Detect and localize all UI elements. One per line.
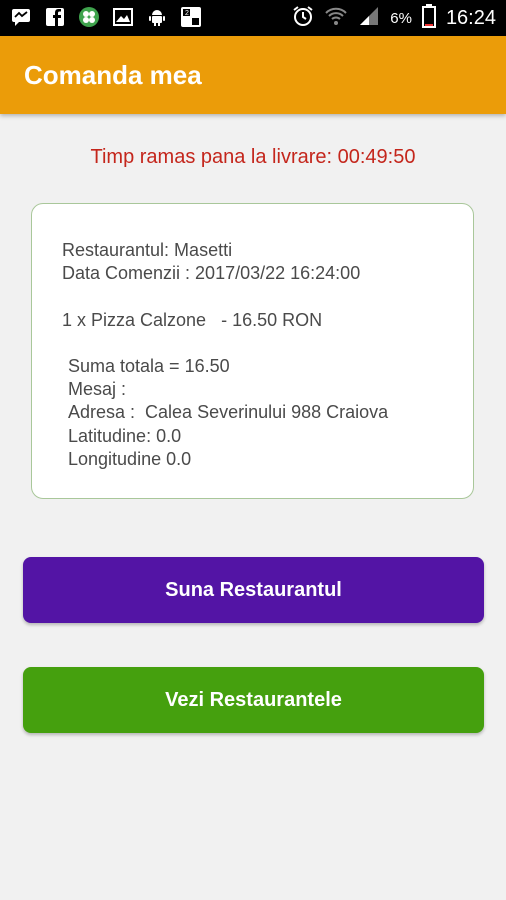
message-icon bbox=[10, 6, 32, 28]
view-restaurants-label: Vezi Restaurantele bbox=[165, 688, 342, 711]
restaurant-name: Restaurantul: Masetti bbox=[62, 240, 233, 260]
order-longitude: Longitudine 0.0 bbox=[68, 449, 192, 469]
battery-icon bbox=[421, 3, 436, 33]
gallery-icon bbox=[112, 6, 134, 28]
view-restaurants-button[interactable]: Vezi Restaurantele bbox=[23, 667, 484, 733]
order-address: Adresa : Calea Severinului 988 Craiova bbox=[68, 402, 389, 422]
clover-app-icon bbox=[78, 6, 100, 28]
order-item: 1 x Pizza Calzone - 16.50 RON bbox=[62, 310, 323, 330]
order-message: Mesaj : bbox=[68, 379, 127, 399]
status-bar: 2 6% 16:24 bbox=[0, 0, 506, 36]
delivery-timer: Timp ramas pana la livrare: 00:49:50 bbox=[90, 146, 416, 168]
page-title: Comanda mea bbox=[24, 60, 202, 90]
clock: 16:24 bbox=[445, 6, 496, 29]
system-icons: 6% 16:24 bbox=[292, 0, 496, 36]
android-icon bbox=[146, 6, 168, 28]
wifi-icon bbox=[324, 5, 348, 32]
call-restaurant-label: Suna Restaurantul bbox=[165, 578, 342, 601]
signal-icon bbox=[358, 5, 380, 32]
alarm-icon bbox=[292, 5, 314, 32]
order-details-card: Restaurantul: Masetti Data Comenzii : 20… bbox=[31, 203, 474, 499]
facebook-icon bbox=[44, 6, 66, 28]
svg-text:2: 2 bbox=[185, 10, 189, 17]
battery-percent: 6% bbox=[390, 9, 412, 27]
order-date: Data Comenzii : 2017/03/22 16:24:00 bbox=[62, 263, 361, 283]
order-latitude: Latitudine: 0.0 bbox=[68, 426, 182, 446]
call-restaurant-button[interactable]: Suna Restaurantul bbox=[23, 557, 484, 623]
order-total: Suma totala = 16.50 bbox=[68, 356, 230, 376]
app-bar: Comanda mea bbox=[0, 36, 506, 114]
notification-icons: 2 bbox=[10, 6, 202, 28]
puzzle-app-icon: 2 bbox=[180, 6, 202, 28]
